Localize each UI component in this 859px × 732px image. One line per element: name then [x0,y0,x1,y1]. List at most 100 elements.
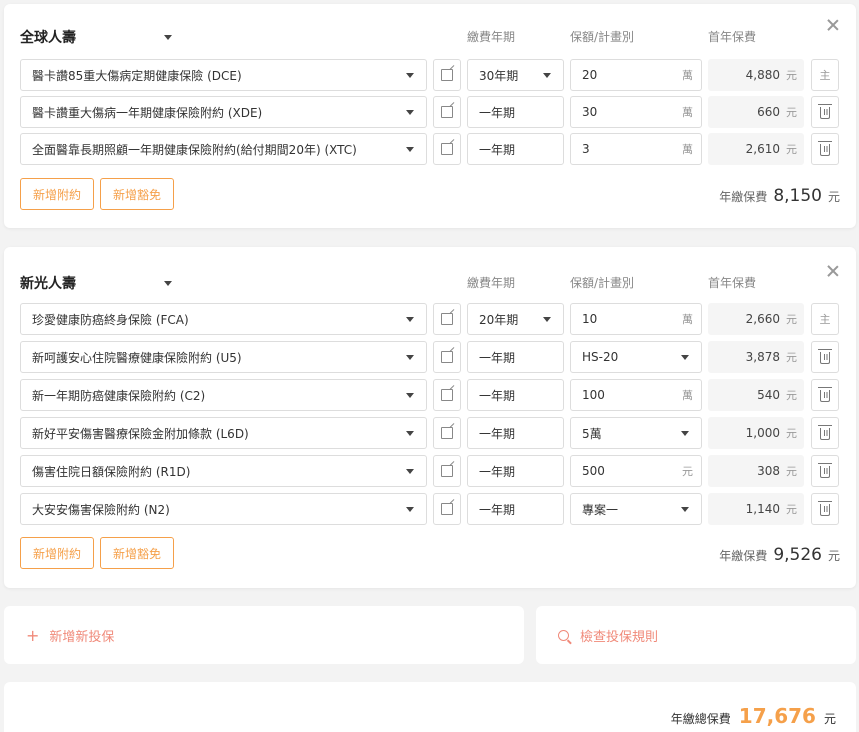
term-value: 一年期 [479,350,516,365]
delete-plan-button[interactable] [811,379,839,411]
term-field[interactable]: 一年期 [467,96,564,128]
amount-input[interactable]: 500 元 [570,455,702,487]
annual-premium-value: 8,150 [773,186,822,206]
premium-currency: 元 [786,503,797,516]
add-waiver-button[interactable]: 新增豁免 [100,178,174,210]
amount-input[interactable]: 20 萬 [570,59,702,91]
premium-display: 1,000 元 [708,417,804,449]
plan-name: 新一年期防癌健康保險附約 (C2) [32,388,206,403]
amount-unit: 元 [682,465,693,478]
main-plan-label: 主 [819,69,831,82]
add-rider-button[interactable]: 新增附約 [20,178,94,210]
amount-value: 10 [582,312,598,326]
amount-input[interactable]: 3萬 [570,133,702,165]
edit-plan-button[interactable] [433,493,461,525]
term-field[interactable]: 一年期 [467,379,564,411]
edit-plan-button[interactable] [433,96,461,128]
term-select[interactable]: 20年期 [467,303,564,335]
company-select-1[interactable]: 全球人壽 [20,27,180,47]
term-field[interactable]: 一年期 [467,341,564,373]
plan-name: 珍愛健康防癌終身保險 (FCA) [32,312,189,327]
chevron-down-icon [681,507,689,512]
plan-select[interactable]: 傷害住院日額保險附約 (R1D) [20,455,427,487]
amount-input[interactable]: 30 萬 [570,96,702,128]
plan-select[interactable]: 醫卡讚重大傷病一年期健康保險附約 (XDE) [20,96,427,128]
edit-plan-button[interactable] [433,303,461,335]
premium-currency: 元 [786,465,797,478]
plan-select[interactable]: 新一年期防癌健康保險附約 (C2) [20,379,427,411]
plan-select[interactable]: 珍愛健康防癌終身保險 (FCA) [20,303,427,335]
term-value: 一年期 [479,464,516,479]
check-rules-button[interactable]: 檢查投保規則 [536,606,856,664]
plan-select[interactable]: 新呵護安心住院醫療健康保險附約 (U5) [20,341,427,373]
add-waiver-button[interactable]: 新增豁免 [100,537,174,569]
plan-name: 新好平安傷害醫療保險金附加條款 (L6D) [32,426,249,441]
plan-select[interactable]: 全面醫靠長期照顧一年期健康保險附約(給付期間20年) (XTC) [20,133,427,165]
amount-input[interactable]: 100 萬 [570,379,702,411]
term-field[interactable]: 一年期 [467,455,564,487]
amount-value: 500 [582,464,605,478]
amount-input[interactable]: 10 萬 [570,303,702,335]
annual-premium: 年繳保費 8,150 元 [719,186,840,206]
delete-plan-button[interactable] [811,493,839,525]
edit-plan-button[interactable] [433,417,461,449]
amount-select[interactable]: 5萬 [570,417,702,449]
edit-plan-button[interactable] [433,59,461,91]
term-column-header: 繳費年期 [467,30,516,44]
delete-plan-button[interactable] [811,455,839,487]
plus-icon: + [26,625,40,645]
close-icon[interactable] [826,264,840,278]
plan-name: 大安安傷害保險附約 (N2) [32,502,170,517]
premium-value: 2,610 [745,142,780,156]
edit-plan-button[interactable] [433,455,461,487]
edit-icon [441,389,453,401]
term-field[interactable]: 一年期 [467,493,564,525]
amount-select[interactable]: 專案一 [570,493,702,525]
premium-currency: 元 [786,313,797,326]
premium-currency: 元 [786,351,797,364]
company-select-2[interactable]: 新光人壽 [20,273,180,293]
add-new-policy-button[interactable]: + 新增新投保 [4,606,524,664]
chevron-down-icon [164,280,172,286]
premium-value: 1,140 [745,502,780,516]
edit-icon [441,427,453,439]
plan-select[interactable]: 醫卡讚85重大傷病定期健康保險 (DCE) [20,59,427,91]
plan-select[interactable]: 新好平安傷害醫療保險金附加條款 (L6D) [20,417,427,449]
delete-plan-button[interactable] [811,133,839,165]
company-name: 全球人壽 [20,30,76,46]
amount-select[interactable]: HS-20 [570,341,702,373]
premium-value: 3,878 [745,350,780,364]
plan-name: 全面醫靠長期照顧一年期健康保險附約(給付期間20年) (XTC) [32,142,357,157]
edit-icon [441,503,453,515]
term-field[interactable]: 一年期 [467,417,564,449]
total-premium-currency: 元 [823,712,836,726]
check-rules-label: 檢查投保規則 [580,629,659,645]
total-premium-value: 17,676 [738,704,816,728]
plan-select[interactable]: 大安安傷害保險附約 (N2) [20,493,427,525]
premium-column-header: 首年保費 [708,276,757,290]
delete-plan-button[interactable] [811,96,839,128]
edit-plan-button[interactable] [433,133,461,165]
amount-value: 20 [582,68,598,82]
chevron-down-icon [406,73,414,78]
edit-plan-button[interactable] [433,341,461,373]
trash-icon [818,425,832,440]
premium-value: 308 [757,464,780,478]
add-rider-button[interactable]: 新增附約 [20,537,94,569]
edit-plan-button[interactable] [433,379,461,411]
amount-value: 專案一 [582,502,619,517]
premium-value: 1,000 [745,426,780,440]
delete-plan-button[interactable] [811,417,839,449]
delete-plan-button[interactable] [811,341,839,373]
plan-row: 傷害住院日額保險附約 (R1D) 一年期 500 元 308 元 [4,455,856,487]
close-icon[interactable] [826,18,840,32]
amount-unit: 萬 [682,143,693,156]
term-field[interactable]: 一年期 [467,133,564,165]
chevron-down-icon [406,355,414,360]
term-select[interactable]: 30年期 [467,59,564,91]
company-name: 新光人壽 [20,276,76,292]
premium-value: 4,880 [745,68,780,82]
amount-unit: 萬 [682,389,693,402]
premium-currency: 元 [786,389,797,402]
term-value: 一年期 [479,426,516,441]
